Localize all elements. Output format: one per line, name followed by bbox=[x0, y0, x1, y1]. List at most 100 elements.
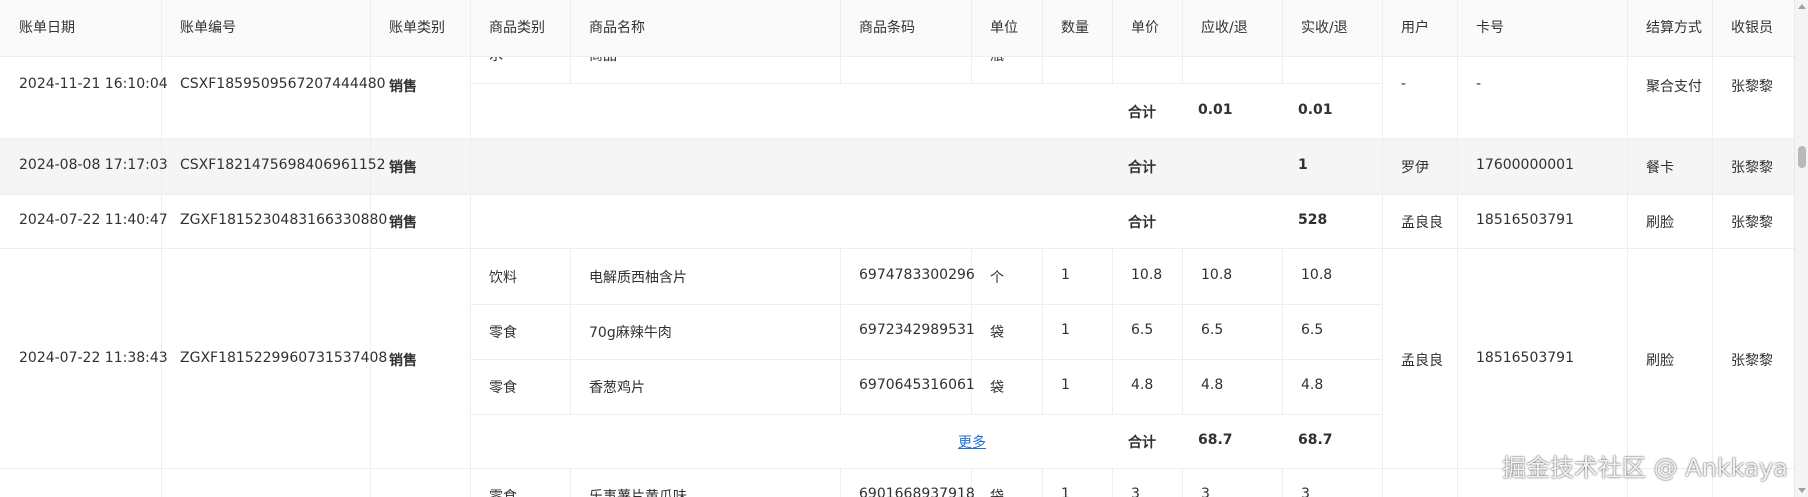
total-label: 合计 bbox=[1128, 215, 1156, 231]
scroll-thumb[interactable] bbox=[1798, 146, 1806, 168]
header-receivable[interactable]: 应收/退 bbox=[1182, 0, 1248, 57]
header-bill-no[interactable]: 账单编号 bbox=[161, 0, 236, 57]
bill-card: 18516503791 bbox=[1476, 212, 1574, 228]
item-receivable: 3 bbox=[1201, 486, 1210, 497]
header-divider bbox=[1182, 0, 1183, 57]
header-goods-name[interactable]: 商品名称 bbox=[570, 0, 645, 57]
total-received: 1 bbox=[1298, 157, 1308, 173]
header-divider bbox=[370, 0, 371, 57]
bill-no: CSXF1821475698406961152 bbox=[180, 157, 386, 173]
item-category: 零食 bbox=[489, 325, 517, 341]
bill-cashier: 张黎黎 bbox=[1731, 160, 1773, 176]
header-divider bbox=[1112, 0, 1113, 57]
item-receivable: 10.8 bbox=[1201, 267, 1233, 283]
item-unit: 个 bbox=[990, 270, 1004, 286]
header-divider bbox=[1042, 0, 1043, 57]
column-divider bbox=[1112, 57, 1113, 83]
header-bill-type[interactable]: 账单类别 bbox=[370, 0, 445, 57]
bill-type: 销售 bbox=[389, 79, 417, 95]
header-goods-category[interactable]: 商品类别 bbox=[470, 0, 545, 57]
header-payment[interactable]: 结算方式 bbox=[1627, 0, 1702, 57]
item-name: 70g麻辣牛肉 bbox=[589, 325, 672, 341]
column-divider bbox=[470, 57, 471, 497]
bill-cashier: 张黎黎 bbox=[1731, 353, 1773, 369]
item-barcode: 6974783300296 bbox=[859, 267, 975, 283]
bill-type: 销售 bbox=[389, 215, 417, 231]
header-divider bbox=[840, 0, 841, 57]
header-divider bbox=[1627, 0, 1628, 57]
row-divider bbox=[0, 138, 1794, 139]
bill-date: 2024-07-22 11:38:43 bbox=[19, 350, 168, 366]
bill-card: - bbox=[1476, 76, 1482, 92]
item-qty: 1 bbox=[1061, 486, 1070, 497]
total-label: 合计 bbox=[1128, 160, 1156, 176]
column-divider bbox=[1112, 468, 1113, 497]
column-divider bbox=[1182, 468, 1183, 497]
column-divider bbox=[1042, 57, 1043, 83]
more-link[interactable]: 更多 bbox=[958, 432, 986, 452]
item-category: 零食 bbox=[489, 489, 517, 497]
table-body: 水 商品 123456789 瓶 1 0.01 0.01 0.01 2024-1… bbox=[0, 45, 1794, 497]
bill-payment: 刷脸 bbox=[1646, 215, 1674, 231]
item-barcode: 6972342989531 bbox=[859, 322, 975, 338]
item-qty: 1 bbox=[1061, 322, 1070, 338]
header-price[interactable]: 单价 bbox=[1112, 0, 1159, 57]
header-received[interactable]: 实收/退 bbox=[1282, 0, 1348, 57]
item-received: 10.8 bbox=[1301, 267, 1333, 283]
item-receivable: 4.8 bbox=[1201, 377, 1224, 393]
header-bill-date[interactable]: 账单日期 bbox=[0, 0, 75, 57]
scroll-up-icon[interactable] bbox=[1798, 4, 1806, 9]
header-divider bbox=[470, 0, 471, 57]
bill-card: 17600000001 bbox=[1476, 157, 1574, 173]
column-divider bbox=[1627, 57, 1628, 497]
item-qty: 1 bbox=[1061, 377, 1070, 393]
item-name: 乐事薯片黄瓜味 bbox=[589, 489, 687, 497]
header-divider bbox=[971, 0, 972, 57]
bill-user: 孟良良 bbox=[1401, 215, 1443, 231]
column-divider bbox=[1457, 57, 1458, 497]
bill-payment: 刷脸 bbox=[1646, 353, 1674, 369]
item-receivable: 6.5 bbox=[1201, 322, 1224, 338]
header-divider bbox=[1712, 0, 1713, 57]
row-divider bbox=[470, 414, 1382, 415]
bill-date: 2024-11-21 16:10:04 bbox=[19, 76, 168, 92]
column-divider bbox=[570, 248, 571, 414]
column-divider bbox=[840, 248, 841, 414]
bill-cashier: 张黎黎 bbox=[1731, 79, 1773, 95]
header-cashier[interactable]: 收银员 bbox=[1712, 0, 1773, 57]
column-divider bbox=[370, 57, 371, 497]
column-divider bbox=[1182, 248, 1183, 414]
header-qty[interactable]: 数量 bbox=[1042, 0, 1089, 57]
column-divider bbox=[1282, 57, 1283, 83]
header-unit[interactable]: 单位 bbox=[971, 0, 1018, 57]
bill-user: 罗伊 bbox=[1401, 160, 1429, 176]
header-user[interactable]: 用户 bbox=[1382, 0, 1429, 57]
item-received: 4.8 bbox=[1301, 377, 1324, 393]
bill-card: 18516503791 bbox=[1476, 350, 1574, 366]
header-card-no[interactable]: 卡号 bbox=[1457, 0, 1504, 57]
item-category: 饮料 bbox=[489, 270, 517, 286]
item-price: 3 bbox=[1131, 486, 1140, 497]
item-qty: 1 bbox=[1061, 267, 1070, 283]
watermark: 掘金技术社区 @ Ankkaya bbox=[1502, 454, 1788, 482]
bill-type: 销售 bbox=[389, 353, 417, 369]
row-divider bbox=[0, 248, 1794, 249]
item-unit: 袋 bbox=[990, 380, 1004, 396]
bill-no: ZGXF1815230483166330880 bbox=[180, 212, 388, 228]
header-divider bbox=[1282, 0, 1283, 57]
header-barcode[interactable]: 商品条码 bbox=[840, 0, 915, 57]
total-receivable: 68.7 bbox=[1198, 432, 1233, 448]
header-divider bbox=[570, 0, 571, 57]
column-divider bbox=[1182, 57, 1183, 83]
item-price: 6.5 bbox=[1131, 322, 1154, 338]
column-divider bbox=[1042, 248, 1043, 414]
bill-user: 孟良良 bbox=[1401, 353, 1443, 369]
header-divider bbox=[1382, 0, 1383, 57]
row-divider bbox=[470, 83, 1382, 84]
header-divider bbox=[161, 0, 162, 57]
bill-no: CSXF1859509567207444480 bbox=[180, 76, 386, 92]
column-divider bbox=[1282, 248, 1283, 414]
vertical-scrollbar[interactable] bbox=[1794, 0, 1808, 497]
item-category: 零食 bbox=[489, 380, 517, 396]
scroll-down-icon[interactable] bbox=[1798, 488, 1806, 493]
